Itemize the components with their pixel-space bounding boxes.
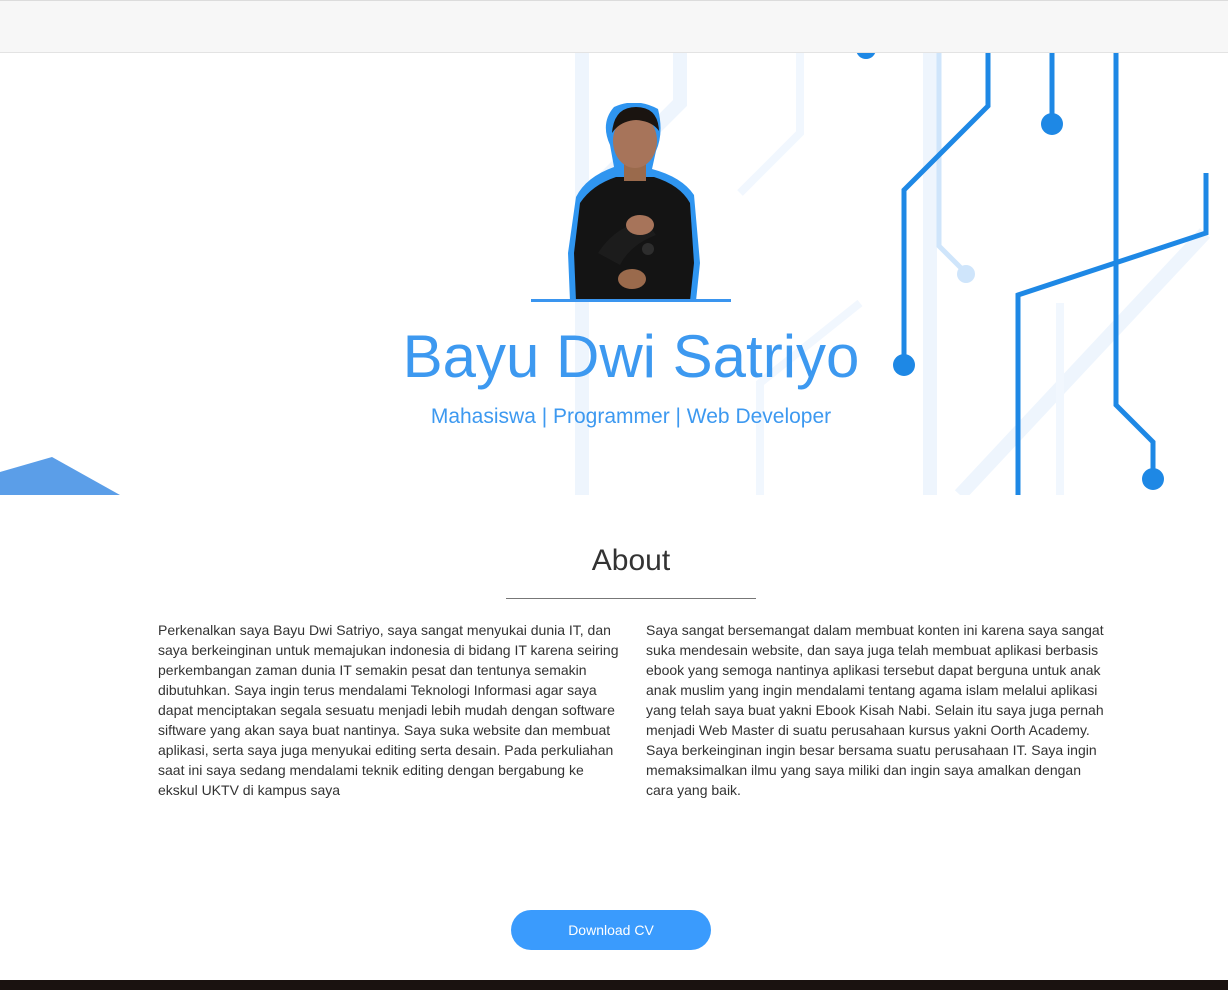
profile-photo xyxy=(568,103,700,301)
hero-tagline: Mahasiswa | Programmer | Web Developer xyxy=(430,405,832,428)
about-divider xyxy=(506,598,756,599)
about-text-left: Perkenalkan saya Bayu Dwi Satriyo, saya … xyxy=(158,622,619,798)
about-title: About xyxy=(591,544,671,577)
photo-underline xyxy=(531,299,731,302)
hero-name: Bayu Dwi Satriyo xyxy=(402,323,860,390)
about-text-right: Saya sangat bersemangat dalam membuat ko… xyxy=(646,622,1104,798)
footer-strip xyxy=(0,980,1228,990)
download-cv-button[interactable]: Download CV xyxy=(511,910,711,950)
top-navbar xyxy=(0,0,1228,53)
hero-section: Bayu Dwi Satriyo Mahasiswa | Programmer … xyxy=(0,53,1228,495)
